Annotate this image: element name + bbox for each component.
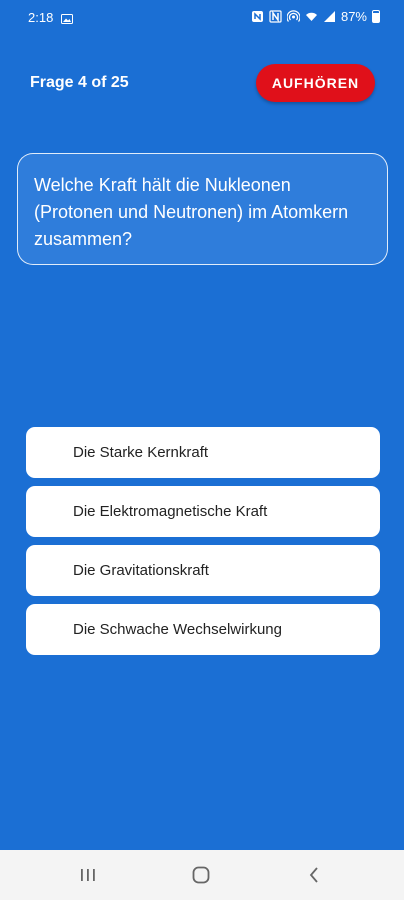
home-icon[interactable] — [189, 864, 213, 886]
status-time: 2:18 — [28, 10, 54, 25]
back-icon[interactable] — [303, 864, 327, 886]
answer-list: Die Starke Kernkraft Die Elektromagnetis… — [26, 427, 380, 663]
nfc-icon — [251, 10, 264, 23]
hotspot-icon — [286, 10, 301, 23]
answer-label: Die Gravitationskraft — [73, 562, 209, 579]
battery-icon — [372, 10, 380, 23]
recents-icon[interactable] — [76, 864, 100, 886]
answer-option-1[interactable]: Die Starke Kernkraft — [26, 427, 380, 478]
quiz-screen: 2:18 87% Frage 4 of 25 AUFHÖREN Welche K… — [0, 0, 404, 900]
answer-label: Die Starke Kernkraft — [73, 444, 209, 461]
wifi-icon — [305, 10, 318, 23]
quit-button[interactable]: AUFHÖREN — [256, 64, 375, 102]
status-icons: 87% — [251, 9, 380, 24]
gallery-icon — [61, 12, 73, 24]
battery-percent: 87% — [340, 9, 367, 24]
quiz-header: Frage 4 of 25 AUFHÖREN — [0, 60, 404, 108]
answer-label: Die Elektromagnetische Kraft — [73, 503, 268, 520]
answer-label: Die Schwache Wechselwirkung — [73, 621, 282, 638]
system-nav-bar — [0, 850, 404, 900]
answer-option-4[interactable]: Die Schwache Wechselwirkung — [26, 604, 380, 655]
question-card: Welche Kraft hält die Nukleonen (Protone… — [17, 153, 388, 265]
answer-option-3[interactable]: Die Gravitationskraft — [26, 545, 380, 596]
answer-option-2[interactable]: Die Elektromagnetische Kraft — [26, 486, 380, 537]
n-icon — [269, 10, 282, 23]
signal-icon — [323, 10, 336, 23]
status-bar: 2:18 87% — [0, 0, 404, 36]
question-text: Welche Kraft hält die Nukleonen (Protone… — [34, 175, 349, 249]
question-counter: Frage 4 of 25 — [30, 74, 129, 91]
